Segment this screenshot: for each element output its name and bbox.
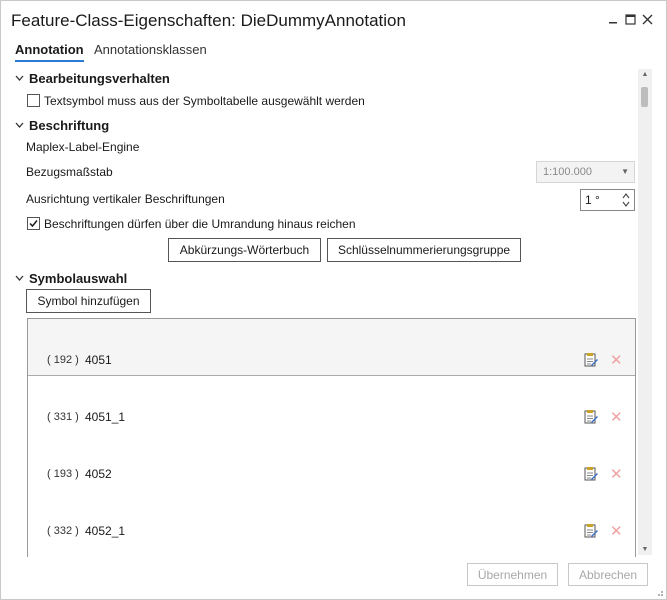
textsymbol-checkbox-label: Textsymbol muss aus der Symboltabelle au… bbox=[44, 94, 365, 108]
section-symbols-header[interactable]: Symbolauswahl bbox=[15, 271, 127, 286]
overflow-checkbox[interactable] bbox=[27, 217, 40, 230]
chevron-down-icon bbox=[15, 273, 27, 284]
orientation-spinner[interactable]: 1 ° bbox=[580, 189, 635, 211]
scale-label: Bezugsmaßstab bbox=[26, 165, 113, 179]
symbol-id: ( 192 ) bbox=[47, 354, 79, 366]
overflow-checkbox-label: Beschriftungen dürfen über die Umrandung… bbox=[44, 217, 356, 231]
content-area: Bearbeitungsverhalten Textsymbol muss au… bbox=[1, 67, 637, 557]
close-icon[interactable] bbox=[639, 11, 655, 27]
symbol-list: ( 192 ) 4051 ✕ ( 331 ) 4051_1 ✕ ( 193 ) … bbox=[27, 318, 636, 557]
label-engine: Maplex-Label-Engine bbox=[26, 140, 140, 154]
abbreviation-dictionary-button[interactable]: Abkürzungs-Wörterbuch bbox=[168, 238, 321, 262]
title-bar: Feature-Class-Eigenschaften: DieDummyAnn… bbox=[1, 1, 666, 39]
section-labeling-header[interactable]: Beschriftung bbox=[15, 118, 109, 133]
edit-symbol-icon[interactable] bbox=[583, 523, 599, 539]
maximize-icon[interactable] bbox=[622, 11, 638, 27]
symbol-row[interactable]: ( 332 ) 4052_1 ✕ bbox=[28, 491, 635, 548]
symbol-name: 4052_1 bbox=[85, 524, 126, 538]
dialog-title: Feature-Class-Eigenschaften: DieDummyAnn… bbox=[11, 11, 406, 30]
symbol-row[interactable]: ( 193 ) 4052 ✕ bbox=[28, 434, 635, 491]
symbol-name: 4052 bbox=[85, 467, 112, 481]
delete-symbol-icon[interactable]: ✕ bbox=[610, 353, 623, 368]
dialog-footer: Übernehmen Abbrechen bbox=[1, 557, 666, 599]
cancel-button[interactable]: Abbrechen bbox=[568, 563, 648, 586]
scroll-down-icon[interactable]: ▼ bbox=[638, 546, 652, 553]
section-editing-title: Bearbeitungsverhalten bbox=[29, 71, 170, 86]
scale-select[interactable]: 1:100.000 ▼ bbox=[536, 161, 635, 183]
scroll-thumb[interactable] bbox=[641, 87, 648, 107]
symbol-row[interactable]: ( 192 ) 4051 ✕ bbox=[28, 319, 635, 376]
section-symbols-title: Symbolauswahl bbox=[29, 271, 128, 286]
symbol-name: 4051 bbox=[85, 353, 112, 367]
apply-button[interactable]: Übernehmen bbox=[467, 563, 558, 586]
section-labeling-title: Beschriftung bbox=[29, 118, 110, 133]
resize-grip-icon[interactable] bbox=[654, 587, 664, 597]
orientation-value: 1 ° bbox=[585, 193, 600, 207]
symbol-id: ( 193 ) bbox=[47, 468, 79, 480]
symbol-name: 4051_1 bbox=[85, 410, 126, 424]
textsymbol-checkbox[interactable] bbox=[27, 94, 40, 107]
edit-symbol-icon[interactable] bbox=[583, 352, 599, 368]
tab-annotation[interactable]: Annotation bbox=[15, 42, 84, 62]
delete-symbol-icon[interactable]: ✕ bbox=[610, 467, 623, 482]
section-editing-header[interactable]: Bearbeitungsverhalten bbox=[15, 71, 170, 86]
delete-symbol-icon[interactable]: ✕ bbox=[610, 524, 623, 539]
scale-select-value: 1:100.000 bbox=[543, 166, 592, 178]
add-symbol-button[interactable]: Symbol hinzufügen bbox=[26, 289, 151, 313]
scroll-up-icon[interactable]: ▲ bbox=[638, 71, 652, 78]
properties-dialog: Feature-Class-Eigenschaften: DieDummyAnn… bbox=[0, 0, 667, 600]
vertical-scrollbar[interactable]: ▲ ▼ bbox=[638, 69, 652, 555]
tab-annotationsklassen[interactable]: Annotationsklassen bbox=[94, 42, 207, 57]
orientation-label: Ausrichtung vertikaler Beschriftungen bbox=[26, 192, 225, 206]
symbol-row[interactable]: ( 331 ) 4051_1 ✕ bbox=[28, 377, 635, 434]
spinner-arrows[interactable] bbox=[620, 191, 632, 209]
delete-symbol-icon[interactable]: ✕ bbox=[610, 410, 623, 425]
edit-symbol-icon[interactable] bbox=[583, 466, 599, 482]
edit-symbol-icon[interactable] bbox=[583, 409, 599, 425]
chevron-down-icon bbox=[15, 120, 27, 131]
symbol-id: ( 331 ) bbox=[47, 411, 79, 423]
key-numbering-button[interactable]: Schlüsselnummerierungsgruppe bbox=[327, 238, 521, 262]
caret-down-icon: ▼ bbox=[621, 167, 629, 176]
minimize-icon[interactable] bbox=[605, 11, 621, 27]
chevron-down-icon bbox=[15, 73, 27, 84]
symbol-id: ( 332 ) bbox=[47, 525, 79, 537]
